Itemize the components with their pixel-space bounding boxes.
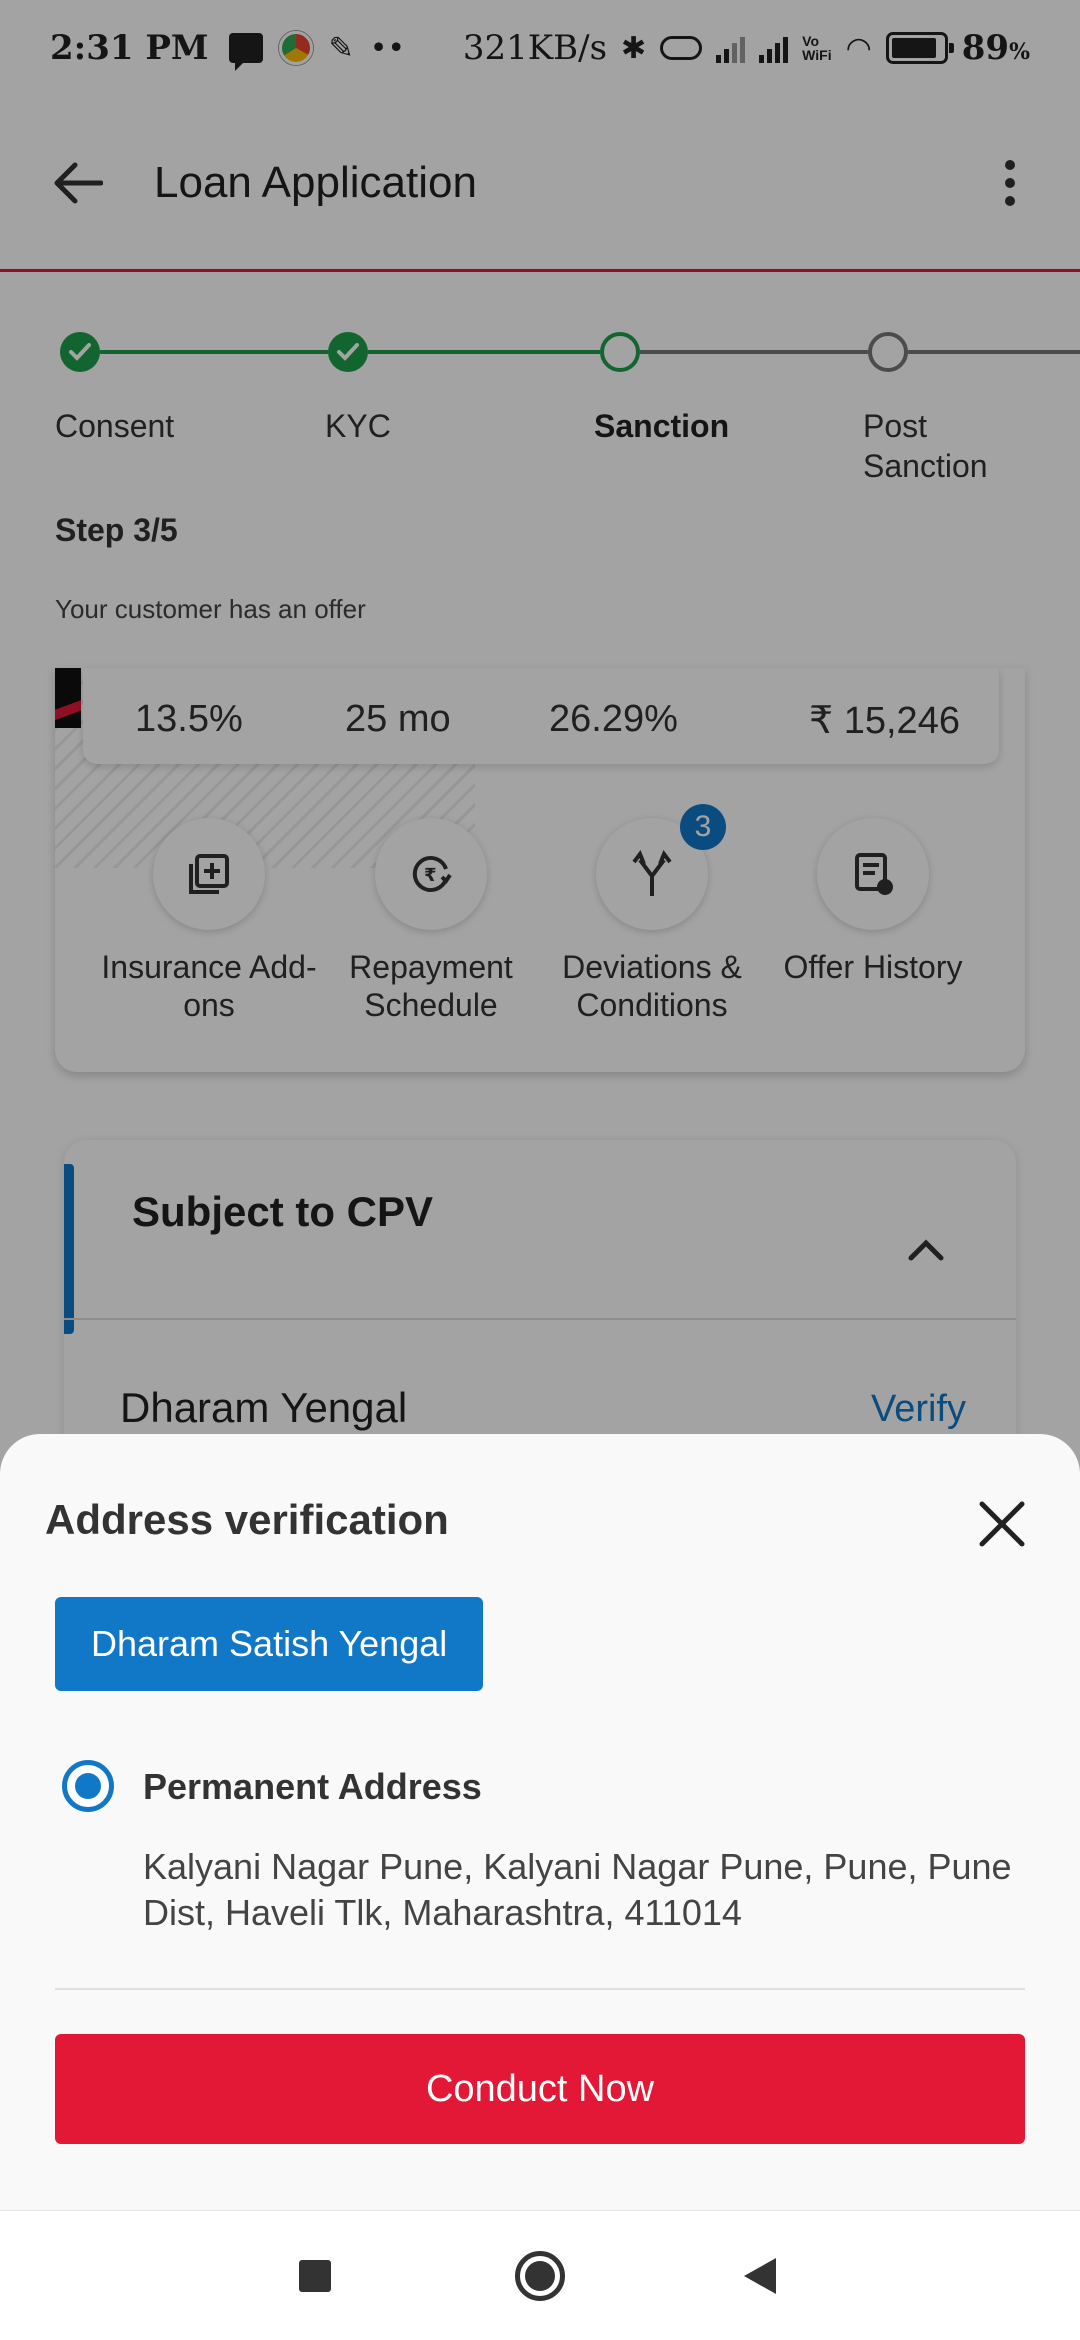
close-button[interactable] <box>972 1494 1032 1554</box>
sheet-title: Address verification <box>45 1496 449 1543</box>
system-navigation-bar <box>0 2210 1080 2340</box>
square-icon <box>299 2260 331 2292</box>
home-button[interactable] <box>505 2241 575 2311</box>
triangle-back-icon <box>744 2258 776 2294</box>
back-nav-button[interactable] <box>725 2241 795 2311</box>
close-icon <box>979 1501 1025 1547</box>
applicant-chip[interactable]: Dharam Satish Yengal <box>55 1597 484 1691</box>
recents-button[interactable] <box>280 2241 350 2311</box>
address-text: Kalyani Nagar Pune, Kalyani Nagar Pune, … <box>143 1846 1012 1933</box>
address-verification-sheet: Address verification Dharam Satish Yenga… <box>0 1434 1080 2210</box>
divider <box>55 1988 1025 1990</box>
conduct-now-button[interactable]: Conduct Now <box>55 2034 1025 2144</box>
circle-icon <box>515 2251 565 2301</box>
permanent-address-radio[interactable] <box>62 1760 114 1812</box>
address-type-label: Permanent Address <box>143 1766 482 1807</box>
